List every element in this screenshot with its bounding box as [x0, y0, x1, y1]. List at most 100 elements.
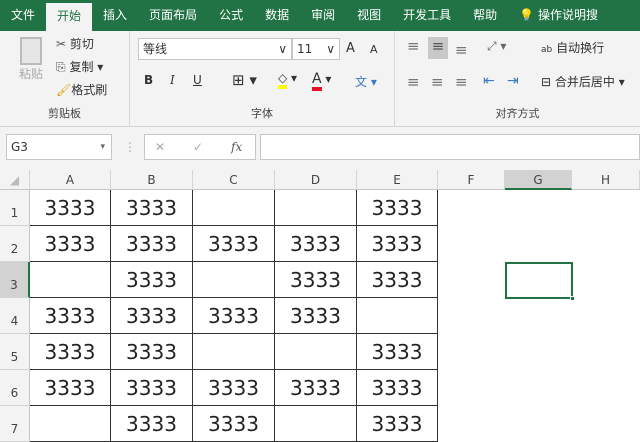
paste-button[interactable]: 粘贴: [14, 37, 48, 82]
italic-button[interactable]: I: [170, 73, 175, 87]
column-header-D[interactable]: D: [275, 170, 357, 190]
row-header-1[interactable]: 1: [0, 190, 30, 226]
paint-bucket-icon: ◇: [278, 71, 288, 89]
tab-9[interactable]: 帮助: [462, 0, 508, 31]
tab-7[interactable]: 视图: [346, 0, 392, 31]
cell-D4[interactable]: 3333: [275, 298, 357, 334]
borders-button[interactable]: ⊞ ▾: [232, 71, 257, 89]
cell-C7[interactable]: 3333: [193, 406, 275, 442]
align-bottom-button[interactable]: ≡: [455, 41, 468, 59]
cell-C1[interactable]: [193, 190, 275, 226]
align-left-button[interactable]: ≡: [407, 73, 420, 91]
fill-color-button[interactable]: ◇ ▾: [278, 71, 297, 89]
cell-B3[interactable]: 3333: [111, 262, 193, 298]
decrease-font-button[interactable]: A: [370, 43, 378, 56]
tab-5[interactable]: 数据: [254, 0, 300, 31]
cell-E6[interactable]: 3333: [357, 370, 438, 406]
underline-button[interactable]: U: [193, 73, 202, 87]
align-right-button[interactable]: ≡: [455, 73, 468, 91]
format-painter-button[interactable]: 🖌格式刷: [56, 81, 107, 98]
cut-button[interactable]: ✂ 剪切: [56, 35, 94, 52]
formula-input[interactable]: [260, 134, 640, 160]
cell-A6[interactable]: 3333: [30, 370, 111, 406]
orientation-button[interactable]: ⤢ ▾: [487, 39, 506, 54]
column-header-C[interactable]: C: [193, 170, 275, 190]
cell-A1[interactable]: 3333: [30, 190, 111, 226]
cell-D6[interactable]: 3333: [275, 370, 357, 406]
column-header-F[interactable]: F: [438, 170, 505, 190]
font-color-button[interactable]: A ▾: [312, 71, 331, 91]
tab-3[interactable]: 页面布局: [138, 0, 208, 31]
tab-0[interactable]: 文件: [0, 0, 46, 31]
cell-C3[interactable]: [193, 262, 275, 298]
cell-E2[interactable]: 3333: [357, 226, 438, 262]
row-header-2[interactable]: 2: [0, 226, 30, 262]
column-header-E[interactable]: E: [357, 170, 438, 190]
tab-8[interactable]: 开发工具: [392, 0, 462, 31]
align-top-button[interactable]: ≡: [407, 37, 420, 55]
cell-C6[interactable]: 3333: [193, 370, 275, 406]
align-center-button[interactable]: ≡: [431, 73, 444, 91]
selected-cell-G3[interactable]: [505, 262, 575, 301]
cell-E7[interactable]: 3333: [357, 406, 438, 442]
cell-B4[interactable]: 3333: [111, 298, 193, 334]
cell-B6[interactable]: 3333: [111, 370, 193, 406]
cell-C2[interactable]: 3333: [193, 226, 275, 262]
column-header-G[interactable]: G: [505, 170, 572, 190]
cell-A2[interactable]: 3333: [30, 226, 111, 262]
cell-E3[interactable]: 3333: [357, 262, 438, 298]
fill-handle[interactable]: [570, 296, 575, 301]
increase-indent-button[interactable]: ⇥: [507, 73, 519, 89]
check-icon[interactable]: ✓: [193, 135, 203, 159]
column-header-H[interactable]: H: [572, 170, 640, 190]
cell-A5[interactable]: 3333: [30, 334, 111, 370]
tab-6[interactable]: 审阅: [300, 0, 346, 31]
tab-4[interactable]: 公式: [208, 0, 254, 31]
merge-center-button[interactable]: ⊟ 合并后居中 ▾: [541, 73, 625, 90]
cell-D1[interactable]: [275, 190, 357, 226]
scissors-icon: ✂: [56, 37, 67, 51]
bold-button[interactable]: B: [144, 73, 153, 87]
cell-E5[interactable]: 3333: [357, 334, 438, 370]
row-header-3[interactable]: 3: [0, 262, 30, 298]
row-header-4[interactable]: 4: [0, 298, 30, 334]
column-header-A[interactable]: A: [30, 170, 111, 190]
row-header-6[interactable]: 6: [0, 370, 30, 406]
align-middle-button[interactable]: ≡: [428, 37, 448, 59]
cell-D5[interactable]: [275, 334, 357, 370]
cell-D3[interactable]: 3333: [275, 262, 357, 298]
cell-A7[interactable]: [30, 406, 111, 442]
cell-E4[interactable]: [357, 298, 438, 334]
cell-D2[interactable]: 3333: [275, 226, 357, 262]
row-header-7[interactable]: 7: [0, 406, 30, 442]
decrease-indent-button[interactable]: ⇤: [483, 73, 495, 89]
more-icon: ⋮: [124, 140, 136, 154]
phonetic-button[interactable]: 文 ▾: [355, 73, 377, 90]
cell-C4[interactable]: 3333: [193, 298, 275, 334]
font-size-select[interactable]: 11 ∨: [292, 38, 340, 60]
fx-icon[interactable]: fx: [231, 135, 242, 159]
increase-font-button[interactable]: A: [346, 41, 355, 56]
row-header-5[interactable]: 5: [0, 334, 30, 370]
tab-2[interactable]: 插入: [92, 0, 138, 31]
select-all-corner[interactable]: ◢: [0, 170, 30, 190]
name-box[interactable]: G3 ▾: [6, 134, 112, 160]
cancel-icon[interactable]: ✕: [155, 135, 165, 159]
ribbon: 粘贴 ✂ 剪切 ⎘ 复制 ▾ 🖌格式刷 剪贴板 等线 ∨ 11 ∨ A A B I …: [0, 31, 640, 127]
cell-B5[interactable]: 3333: [111, 334, 193, 370]
font-name-select[interactable]: 等线 ∨: [138, 38, 292, 60]
cell-C5[interactable]: [193, 334, 275, 370]
wrap-text-button[interactable]: ab 自动换行: [541, 39, 604, 56]
clipboard-icon: [20, 37, 42, 65]
cell-A4[interactable]: 3333: [30, 298, 111, 334]
tell-me-search[interactable]: 💡 操作说明搜: [508, 0, 609, 31]
copy-button[interactable]: ⎘ 复制 ▾: [56, 58, 103, 75]
cell-E1[interactable]: 3333: [357, 190, 438, 226]
tab-1[interactable]: 开始: [46, 3, 93, 31]
cell-A3[interactable]: [30, 262, 111, 298]
cell-B7[interactable]: 3333: [111, 406, 193, 442]
column-header-B[interactable]: B: [111, 170, 193, 190]
cell-B1[interactable]: 3333: [111, 190, 193, 226]
cell-D7[interactable]: [275, 406, 357, 442]
cell-B2[interactable]: 3333: [111, 226, 193, 262]
